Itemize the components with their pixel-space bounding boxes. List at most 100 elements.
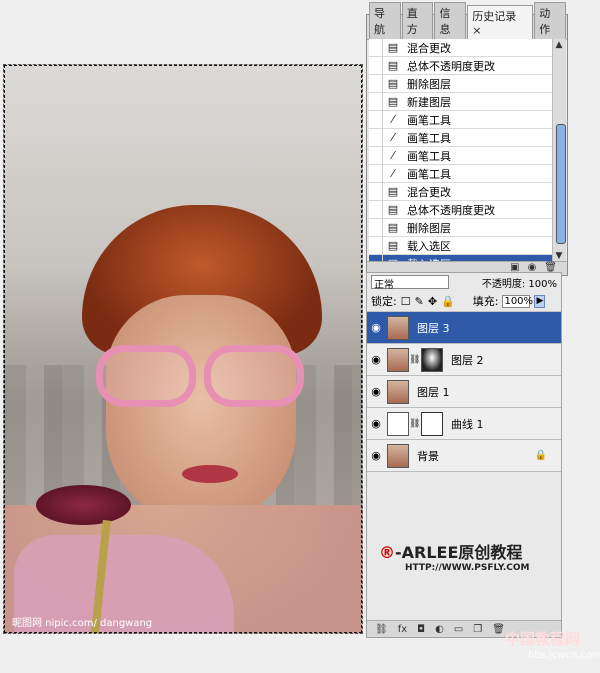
history-item-label: 画笔工具	[407, 167, 451, 181]
snapshot-source-checkbox[interactable]	[369, 129, 383, 146]
scroll-up-icon[interactable]: ▲	[554, 40, 564, 50]
visibility-eye-icon[interactable]: ◉	[367, 385, 385, 398]
mask-link-icon[interactable]: ⛓	[409, 355, 420, 365]
snapshot-source-checkbox[interactable]	[369, 183, 383, 200]
history-item[interactable]: ▤ 总体不透明度更改	[369, 57, 554, 75]
history-item[interactable]: ▤ 删除图层	[369, 75, 554, 93]
opacity-label: 不透明度: 100%	[481, 278, 557, 290]
history-item[interactable]: ▤ 新建图层	[369, 93, 554, 111]
lock-position-icon[interactable]: ✥	[428, 295, 437, 308]
mask-link-icon[interactable]: ⛓	[409, 419, 420, 429]
layer-name[interactable]: 图层 3	[409, 320, 450, 336]
history-state-icon: ▤	[387, 221, 399, 234]
lock-row: 锁定: ☐ ✎ ✥ 🔒 填充: 100% ▶	[367, 291, 561, 312]
layer-row[interactable]: ◉ ⛓ 图层 2	[367, 344, 561, 376]
history-item-label: 画笔工具	[407, 149, 451, 163]
curves-adjustment-icon[interactable]	[387, 411, 409, 436]
layer-thumbnail[interactable]	[387, 347, 409, 372]
lock-all-icon[interactable]: 🔒	[441, 295, 455, 308]
site-credit-url: bbs.jcwcn.com	[528, 650, 600, 661]
layer-name[interactable]: 图层 1	[409, 384, 450, 400]
layer-thumbnail[interactable]	[387, 379, 409, 404]
fill-input[interactable]: 100%	[502, 294, 533, 308]
history-item[interactable]: ⁄ 画笔工具	[369, 111, 554, 129]
layer-mask-thumbnail[interactable]	[421, 411, 443, 436]
registered-icon: ®	[379, 543, 395, 562]
brush-icon: ⁄	[392, 149, 394, 162]
history-item[interactable]: ⁄ 画笔工具	[369, 165, 554, 183]
history-item[interactable]: ▤ 总体不透明度更改	[369, 201, 554, 219]
history-tab-3[interactable]: 历史记录 ×	[467, 5, 534, 39]
lock-image-icon[interactable]: ✎	[415, 295, 424, 308]
layer-row[interactable]: ◉ ⛓ 曲线 1	[367, 408, 561, 440]
history-state-icon: ▤	[387, 95, 399, 108]
new-group-icon[interactable]: ▭	[454, 624, 463, 635]
adjustment-layer-icon[interactable]: ◐	[435, 624, 444, 635]
history-item-label: 总体不透明度更改	[407, 203, 495, 217]
opacity-value[interactable]: 100%	[528, 279, 557, 290]
history-list[interactable]: ▤ 混合更改 ▤ 总体不透明度更改 ▤ 删除图层 ▤ 新建图层 ⁄ 画笔工具 ⁄ 画笔工具 ⁄ 画笔工具 ⁄…	[369, 39, 554, 262]
history-item-label: 画笔工具	[407, 131, 451, 145]
blend-mode-select[interactable]: 正常	[371, 275, 449, 291]
fill-dropdown-icon[interactable]: ▶	[534, 294, 546, 308]
history-tab-1[interactable]: 直方	[401, 2, 434, 39]
history-item-label: 载入选区	[407, 239, 451, 253]
layer-thumbnail[interactable]	[387, 443, 409, 468]
snapshot-source-checkbox[interactable]	[369, 57, 383, 74]
history-item-label: 总体不透明度更改	[407, 59, 495, 73]
delete-layer-icon[interactable]: 🗑	[492, 624, 505, 635]
snapshot-source-checkbox[interactable]	[369, 111, 383, 128]
history-item-label: 删除图层	[407, 221, 451, 235]
layer-list[interactable]: ◉ 图层 3 ◉ ⛓ 图层 2 ◉ 图层 1 ◉ ⛓ 曲线 1 ◉ 背景 🔒	[367, 312, 561, 472]
history-item[interactable]: ▤ 删除图层	[369, 219, 554, 237]
scrollbar-thumb[interactable]	[556, 124, 566, 244]
visibility-eye-icon[interactable]: ◉	[367, 449, 385, 462]
snapshot-source-checkbox[interactable]	[369, 201, 383, 218]
history-scrollbar[interactable]: ▲ ▼	[552, 39, 566, 262]
snapshot-source-checkbox[interactable]	[369, 39, 383, 56]
history-item[interactable]: ⁄ 画笔工具	[369, 147, 554, 165]
history-state-icon: ▤	[387, 59, 399, 72]
history-item[interactable]: ⁄ 画笔工具	[369, 129, 554, 147]
layer-name[interactable]: 图层 2	[443, 352, 484, 368]
layer-mask-thumbnail[interactable]	[421, 347, 443, 372]
snapshot-source-checkbox[interactable]	[369, 147, 383, 164]
snapshot-source-checkbox[interactable]	[369, 75, 383, 92]
new-layer-icon[interactable]: ❐	[473, 624, 482, 635]
photo-glasses	[96, 345, 311, 415]
brush-icon: ⁄	[392, 113, 394, 126]
visibility-eye-icon[interactable]: ◉	[367, 321, 385, 334]
history-item[interactable]: ▤ 载入选区	[369, 237, 554, 255]
photo-flower	[36, 485, 131, 525]
history-panel[interactable]: 导航 直方 信息 历史记录 × 动作 ▤ 混合更改 ▤ 总体不透明度更改 ▤ 删除图层 ▤ 新建图层 ⁄…	[366, 2, 568, 276]
lock-transparent-icon[interactable]: ☐	[401, 295, 411, 308]
history-tab-0[interactable]: 导航	[369, 2, 401, 39]
history-tab-2[interactable]: 信息	[434, 2, 467, 39]
watermark-title: ®-ARLEE原创教程	[379, 543, 523, 562]
link-layers-icon[interactable]: ⛓	[375, 624, 388, 635]
layer-row[interactable]: ◉ 图层 1	[367, 376, 561, 408]
snapshot-source-checkbox[interactable]	[369, 93, 383, 110]
history-tab-4[interactable]: 动作	[534, 2, 566, 39]
layer-row[interactable]: ◉ 背景 🔒	[367, 440, 561, 472]
snapshot-source-checkbox[interactable]	[369, 237, 383, 254]
history-state-icon: ▤	[387, 41, 399, 54]
layer-row[interactable]: ◉ 图层 3	[367, 312, 561, 344]
history-item[interactable]: ▤ 混合更改	[369, 183, 554, 201]
layer-thumbnail[interactable]	[387, 315, 409, 340]
layer-name[interactable]: 曲线 1	[443, 416, 484, 432]
layers-panel[interactable]: 正常 不透明度: 100% 锁定: ☐ ✎ ✥ 🔒 填充: 100% ▶ ◉ 图层…	[366, 272, 562, 638]
layer-name[interactable]: 背景	[409, 448, 439, 464]
visibility-eye-icon[interactable]: ◉	[367, 417, 385, 430]
history-state-icon: ▤	[387, 239, 399, 252]
history-item[interactable]: ▤ 混合更改	[369, 39, 554, 57]
layer-style-icon[interactable]: fx	[398, 624, 407, 635]
add-mask-icon[interactable]: ◘	[417, 624, 425, 635]
snapshot-source-checkbox[interactable]	[369, 219, 383, 236]
site-credit-name: 中国教程网	[505, 630, 581, 648]
visibility-eye-icon[interactable]: ◉	[367, 353, 385, 366]
scroll-down-icon[interactable]: ▼	[554, 251, 564, 261]
history-state-icon: ▤	[387, 203, 399, 216]
snapshot-source-checkbox[interactable]	[369, 165, 383, 182]
document-canvas[interactable]: 昵图网 nipic.com/ dangwang	[3, 64, 363, 634]
